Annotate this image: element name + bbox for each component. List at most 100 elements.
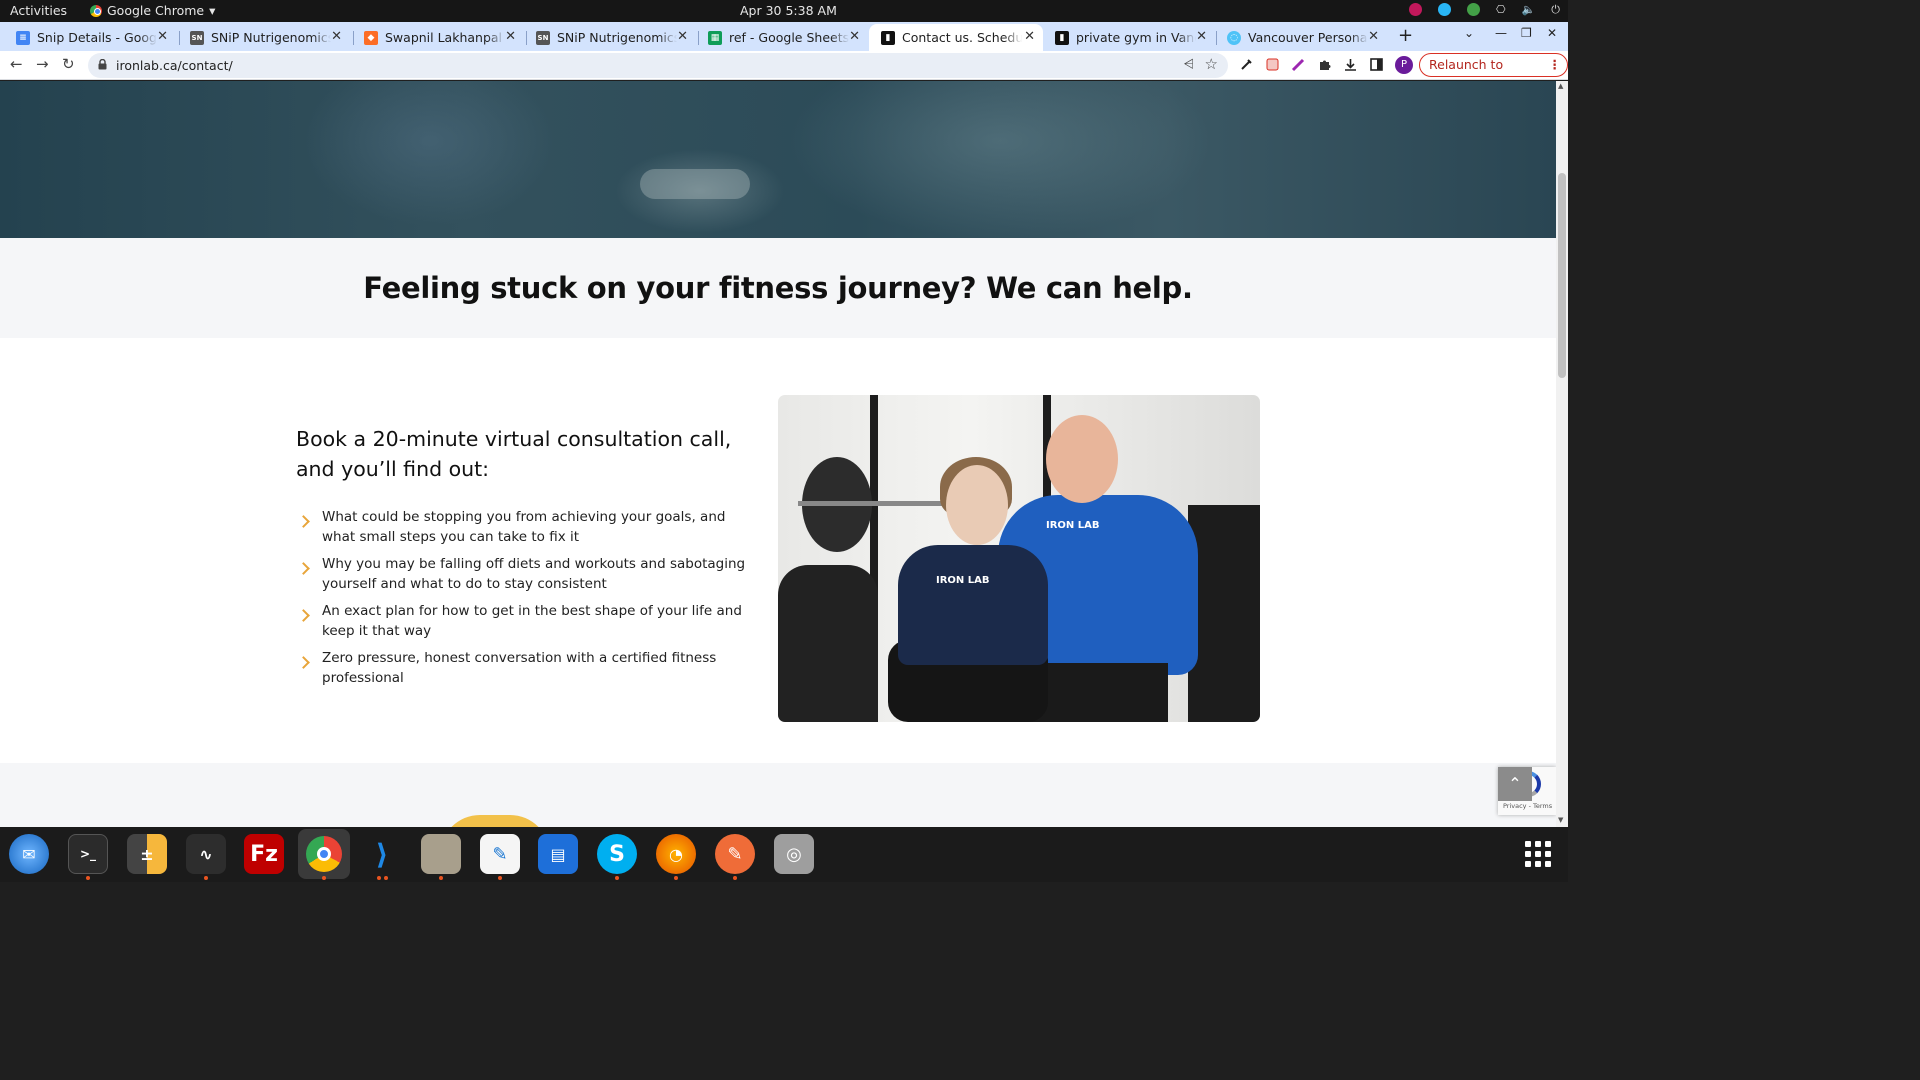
clock[interactable]: Apr 30 5:38 AM <box>740 3 837 18</box>
address-bar[interactable]: ironlab.ca/contact/ ⩤ ☆ <box>88 53 1228 78</box>
pen-extension-icon[interactable] <box>1291 57 1306 72</box>
back-to-top-button[interactable]: ⌃ <box>1498 767 1532 801</box>
chevron-right-icon <box>297 515 310 528</box>
text-editor-icon[interactable]: ✎ <box>480 834 520 874</box>
tab-gitlab[interactable]: ◆ Swapnil Lakhanpal / SNiP ✕ <box>352 24 524 51</box>
app-menu[interactable]: Google Chrome ▾ <box>90 3 215 18</box>
punching-bag <box>778 565 878 722</box>
running-indicator <box>674 876 678 880</box>
close-icon[interactable]: ✕ <box>157 29 168 44</box>
gitlab-icon: ◆ <box>364 30 378 45</box>
tab-search-icon[interactable]: ⌄ <box>1464 26 1474 40</box>
tab-private-gym[interactable]: ▮ private gym in Vancouver ✕ <box>1043 24 1215 51</box>
list-item: Zero pressure, honest conversation with … <box>296 649 756 688</box>
tab-google-sheets[interactable]: ▦ ref - Google Sheets ✕ <box>696 24 868 51</box>
chrome-dock-slot[interactable] <box>298 829 350 879</box>
close-icon[interactable]: ✕ <box>331 29 342 44</box>
running-indicator <box>733 876 737 880</box>
tab-title: SNiP Nutrigenomics Admin <box>211 30 331 45</box>
page-viewport: Feeling stuck on your fitness journey? W… <box>0 81 1568 827</box>
trainer-male-head <box>1046 415 1118 503</box>
network-icon[interactable]: ⎔ <box>1496 3 1506 16</box>
forward-icon[interactable]: → <box>36 55 49 73</box>
tray-sync-icon[interactable] <box>1437 3 1451 16</box>
scrollbar-thumb[interactable] <box>1558 173 1566 378</box>
blender-icon[interactable]: ◔ <box>656 834 696 874</box>
close-icon[interactable]: ✕ <box>1024 29 1035 44</box>
chevron-right-icon <box>297 656 310 669</box>
page-headline: Feeling stuck on your fitness journey? W… <box>363 271 1193 305</box>
calendar-extension-icon[interactable] <box>1265 57 1280 72</box>
maximize-icon[interactable]: ❐ <box>1521 26 1532 40</box>
running-indicator <box>204 876 208 880</box>
eyedropper-icon[interactable] <box>1239 57 1254 72</box>
relaunch-to-update-button[interactable]: Relaunch to update ⋮ <box>1419 53 1568 94</box>
share-icon[interactable]: ⩤ <box>1184 57 1194 72</box>
list-item-text: Why you may be falling off diets and wor… <box>322 556 746 592</box>
close-icon[interactable]: ✕ <box>1196 29 1207 44</box>
tab-title: private gym in Vancouver <box>1076 30 1196 45</box>
snip-icon: SN <box>536 30 550 45</box>
system-top-bar: Activities Google Chrome ▾ Apr 30 5:38 A… <box>0 0 1568 22</box>
files-icon[interactable] <box>421 834 461 874</box>
app-menu-label: Google Chrome <box>107 3 205 18</box>
show-apps-icon[interactable] <box>1525 841 1551 867</box>
tab-snip-admin-2[interactable]: SN SNiP Nutrigenomics Admin ✕ <box>524 24 696 51</box>
list-item-text: Zero pressure, honest conversation with … <box>322 650 717 686</box>
page-scrollbar[interactable]: ▲ ▼ <box>1556 81 1568 827</box>
calculator-icon[interactable]: ± <box>127 834 167 874</box>
tab-title: Vancouver Personal Trainer <box>1248 30 1368 45</box>
postman-icon[interactable]: ✎ <box>715 834 755 874</box>
disks-icon[interactable]: ◎ <box>774 834 814 874</box>
system-monitor-icon[interactable]: ∿ <box>186 834 226 874</box>
volume-icon[interactable]: 🔈 <box>1522 3 1536 16</box>
skype-icon[interactable]: S <box>597 834 637 874</box>
download-icon[interactable] <box>1343 57 1358 72</box>
new-tab-button[interactable]: + <box>1398 25 1413 46</box>
headline-section: Feeling stuck on your fitness journey? W… <box>0 238 1556 338</box>
extensions-puzzle-icon[interactable] <box>1317 57 1332 72</box>
close-icon[interactable]: ✕ <box>849 29 860 44</box>
bookmark-star-icon[interactable]: ☆ <box>1205 55 1218 73</box>
tab-title: SNiP Nutrigenomics Admin <box>557 30 677 45</box>
recaptcha-text[interactable]: Privacy - Terms <box>1503 802 1552 810</box>
url-text[interactable]: ironlab.ca/contact/ <box>116 58 233 73</box>
tab-title: Contact us. Schedule <box>902 30 1022 45</box>
back-icon[interactable]: ← <box>10 55 23 73</box>
google-sheets-icon: ▦ <box>708 30 722 45</box>
scroll-down-icon[interactable]: ▼ <box>1558 816 1563 824</box>
running-indicator <box>615 876 619 880</box>
running-indicator <box>86 876 90 880</box>
vscode-icon[interactable]: ⟩ <box>362 834 402 874</box>
chrome-icon <box>90 4 102 17</box>
tray-app-icon[interactable] <box>1408 3 1422 16</box>
close-window-icon[interactable]: ✕ <box>1547 26 1557 40</box>
tab-snip-details[interactable]: ≡ Snip Details - Google Docs ✕ <box>4 24 176 51</box>
decorative-shape <box>440 815 550 827</box>
lock-icon[interactable] <box>98 59 107 70</box>
scroll-up-icon[interactable]: ▲ <box>1558 82 1563 90</box>
tray-check-icon[interactable] <box>1466 3 1480 16</box>
close-icon[interactable]: ✕ <box>505 29 516 44</box>
terminal-icon[interactable]: >_ <box>68 834 108 874</box>
consultation-heading: Book a 20-minute virtual consultation ca… <box>296 427 732 481</box>
list-item: An exact plan for how to get in the best… <box>296 602 756 641</box>
tab-contact-ironlab[interactable]: ▮ Contact us. Schedule ✕ <box>869 24 1043 51</box>
thunderbird-icon[interactable]: ✉ <box>9 834 49 874</box>
chevron-right-icon <box>297 562 310 575</box>
tab-personal-trainer[interactable]: ◌ Vancouver Personal Trainer ✕ <box>1215 24 1387 51</box>
more-menu-icon[interactable]: ⋮ <box>1549 54 1562 76</box>
minimize-icon[interactable]: — <box>1495 26 1507 40</box>
power-icon[interactable]: ⏻ <box>1551 3 1560 16</box>
profile-avatar[interactable]: P <box>1395 56 1413 74</box>
filezilla-icon[interactable]: Fz <box>244 834 284 874</box>
reload-icon[interactable]: ↻ <box>62 55 75 73</box>
libreoffice-writer-icon[interactable]: ▤ <box>538 834 578 874</box>
activities-button[interactable]: Activities <box>10 3 67 18</box>
system-tray[interactable]: ⎔ 🔈 ⏻ <box>1408 3 1560 16</box>
tab-snip-admin-1[interactable]: SN SNiP Nutrigenomics Admin ✕ <box>178 24 350 51</box>
tab-title: Swapnil Lakhanpal / SNiP <box>385 30 505 45</box>
close-icon[interactable]: ✕ <box>677 29 688 44</box>
side-panel-icon[interactable] <box>1369 57 1384 72</box>
close-icon[interactable]: ✕ <box>1368 29 1379 44</box>
